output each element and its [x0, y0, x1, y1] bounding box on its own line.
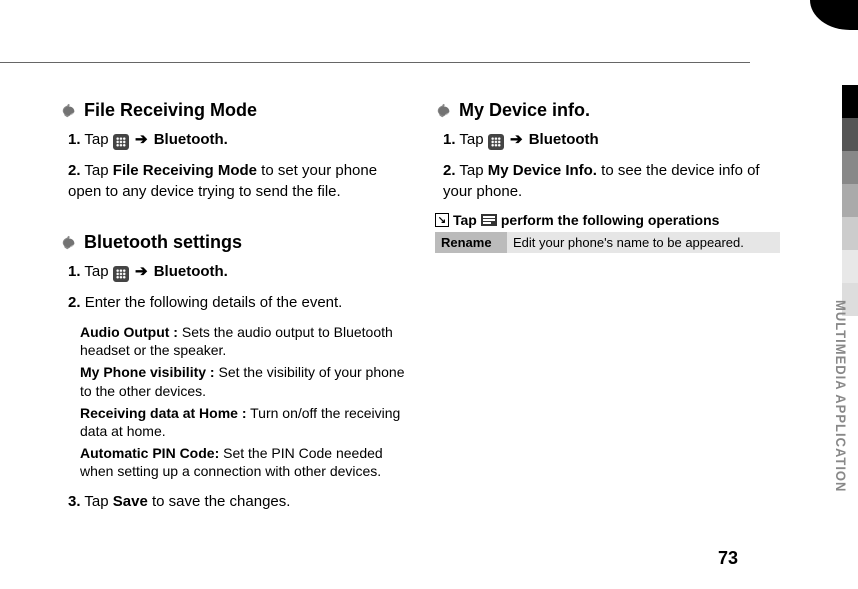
step-target: My Device Info.: [488, 162, 597, 179]
step-target: Bluetooth: [529, 131, 599, 148]
step-text: Tap: [84, 493, 108, 510]
step-text: Tap: [84, 131, 108, 148]
tip-pre: Tap: [453, 212, 477, 228]
top-rule: [0, 62, 750, 63]
step-target: File Receiving Mode: [113, 162, 257, 179]
step-number: 1.: [443, 131, 456, 148]
thumb-tab: [842, 151, 858, 184]
apps-grid-icon: [113, 134, 129, 150]
step-text: Tap: [84, 162, 108, 179]
detail-pin-code: Automatic PIN Code: Set the PIN Code nee…: [60, 444, 405, 480]
step-number: 2.: [68, 294, 81, 311]
step-1: 1. Tap ➔ Bluetooth: [435, 129, 780, 150]
step-number: 1.: [68, 263, 81, 280]
manual-page: File Receiving Mode 1. Tap ➔ Bluetooth. …: [0, 0, 810, 589]
step-3: 3. Tap Save to save the changes.: [60, 491, 405, 512]
detail-audio-output: Audio Output : Sets the audio output to …: [60, 323, 405, 359]
step-1: 1. Tap ➔ Bluetooth.: [60, 129, 405, 150]
hand-icon: [60, 103, 78, 119]
thumb-tab: [842, 184, 858, 217]
step-1: 1. Tap ➔ Bluetooth.: [60, 261, 405, 282]
arrow-icon: ➔: [135, 131, 148, 148]
step-number: 3.: [68, 493, 81, 510]
tip-row: ↘ Tap perform the following operations: [435, 212, 780, 228]
section-heading-device-info: My Device info.: [435, 100, 780, 121]
table-data-cell: Edit your phone's name to be appeared.: [507, 232, 780, 253]
step-2: 2. Tap File Receiving Mode to set your p…: [60, 160, 405, 202]
arrow-icon: ➔: [135, 263, 148, 280]
step-target: Bluetooth.: [154, 131, 228, 148]
right-column: My Device info. 1. Tap ➔ Bluetooth 2. Ta…: [435, 100, 780, 522]
apps-grid-icon: [113, 266, 129, 282]
heading-text: My Device info.: [459, 100, 590, 121]
step-2: 2. Enter the following details of the ev…: [60, 292, 405, 313]
detail-label: My Phone visibility :: [80, 364, 215, 380]
step-number: 1.: [68, 131, 81, 148]
step-target: Save: [113, 493, 148, 510]
side-tab-strip: [810, 0, 858, 589]
step-text: Tap: [459, 131, 483, 148]
heading-text: Bluetooth settings: [84, 232, 242, 253]
step-text: Tap: [459, 162, 483, 179]
detail-label: Audio Output :: [80, 324, 178, 340]
step-number: 2.: [68, 162, 81, 179]
thumb-tab: [842, 250, 858, 283]
rename-table-row: Rename Edit your phone's name to be appe…: [435, 232, 780, 253]
step-text: to save the changes.: [152, 493, 290, 510]
corner-curve: [810, 0, 858, 30]
tip-arrow-icon: ↘: [435, 213, 449, 227]
detail-label: Automatic PIN Code:: [80, 445, 219, 461]
section-heading-bt-settings: Bluetooth settings: [60, 232, 405, 253]
step-text: Tap: [84, 263, 108, 280]
tip-post: perform the following operations: [501, 212, 720, 228]
left-column: File Receiving Mode 1. Tap ➔ Bluetooth. …: [60, 100, 405, 522]
menu-list-icon: [481, 214, 497, 226]
thumb-tab: [842, 217, 858, 250]
step-target: Bluetooth.: [154, 263, 228, 280]
detail-receiving-home: Receiving data at Home : Turn on/off the…: [60, 404, 405, 440]
thumb-tab: [842, 85, 858, 118]
step-text: Enter the following details of the event…: [85, 294, 343, 311]
section-heading-file-receiving: File Receiving Mode: [60, 100, 405, 121]
thumb-tab: [842, 118, 858, 151]
arrow-icon: ➔: [510, 131, 523, 148]
heading-text: File Receiving Mode: [84, 100, 257, 121]
page-number: 73: [718, 548, 738, 569]
side-section-label: MULTIMEDIA APPLICATION: [833, 300, 849, 492]
step-number: 2.: [443, 162, 456, 179]
table-header-cell: Rename: [435, 232, 507, 253]
hand-icon: [435, 103, 453, 119]
hand-icon: [60, 235, 78, 251]
detail-visibility: My Phone visibility : Set the visibility…: [60, 363, 405, 399]
two-column-layout: File Receiving Mode 1. Tap ➔ Bluetooth. …: [60, 100, 790, 522]
step-2: 2. Tap My Device Info. to see the device…: [435, 160, 780, 202]
detail-label: Receiving data at Home :: [80, 405, 247, 421]
apps-grid-icon: [488, 134, 504, 150]
tab-spacer: [810, 30, 858, 85]
